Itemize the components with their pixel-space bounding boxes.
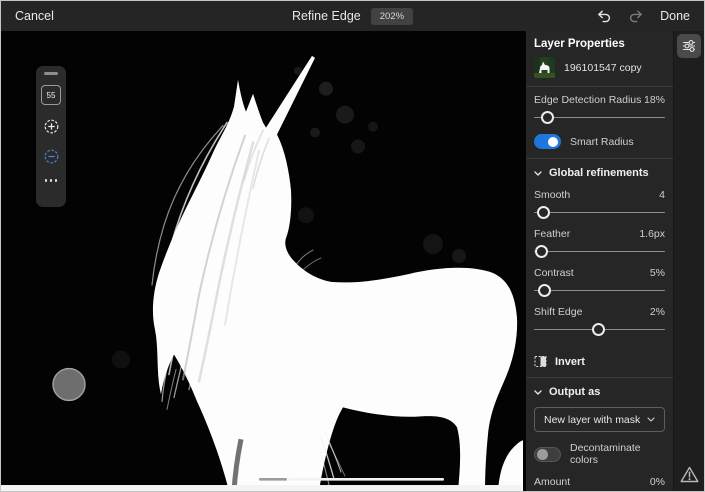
- smart-radius-label: Smart Radius: [570, 136, 634, 148]
- contrast-label: Contrast: [534, 267, 574, 279]
- smart-radius-toggle[interactable]: [534, 134, 561, 149]
- layer-row[interactable]: 196101547 copy: [526, 57, 673, 78]
- smooth-slider[interactable]: [534, 206, 665, 219]
- separator: [526, 158, 673, 159]
- slider-knob[interactable]: [537, 206, 550, 219]
- invert-button[interactable]: Invert: [534, 355, 585, 368]
- undo-button[interactable]: [596, 9, 612, 23]
- section-output-as[interactable]: Output as: [534, 386, 600, 398]
- edge-detection-label: Edge Detection Radius: [534, 94, 641, 106]
- chevron-down-icon: [534, 390, 542, 395]
- feather-slider[interactable]: [534, 245, 665, 258]
- slider-knob[interactable]: [541, 111, 554, 124]
- ellipsis-icon: [45, 179, 48, 182]
- slider-knob[interactable]: [535, 245, 548, 258]
- feather-value: 1.6px: [639, 228, 665, 240]
- chevron-down-icon: [534, 171, 542, 176]
- zoom-level-badge[interactable]: 202%: [371, 8, 413, 25]
- amount-label: Amount: [534, 476, 570, 488]
- circle-minus-icon: [43, 148, 60, 165]
- layer-thumbnail[interactable]: [534, 57, 555, 78]
- warning-button[interactable]: [680, 466, 699, 483]
- shift-edge-label: Shift Edge: [534, 306, 582, 318]
- panel-title: Layer Properties: [526, 38, 673, 50]
- redo-button[interactable]: [628, 9, 644, 23]
- add-selection-button[interactable]: [43, 118, 60, 135]
- smooth-value: 4: [659, 189, 665, 201]
- feather-label: Feather: [534, 228, 570, 240]
- more-options-button[interactable]: [45, 179, 58, 182]
- app-window: Cancel Refine Edge 202% Done: [0, 0, 705, 492]
- sliders-icon: [682, 39, 696, 53]
- edge-detection-value: 18%: [644, 94, 665, 106]
- separator: [526, 377, 673, 378]
- floating-toolbar: 55: [36, 66, 66, 207]
- mask-bottom-strip: [1, 485, 522, 491]
- mask-canvas[interactable]: 55: [1, 31, 526, 491]
- brush-cursor: [53, 369, 85, 401]
- undo-icon: [596, 9, 612, 23]
- slider-track[interactable]: [534, 212, 665, 214]
- slider-knob[interactable]: [538, 284, 551, 297]
- output-dropdown[interactable]: New layer with mask: [534, 407, 665, 432]
- page-title: Refine Edge: [292, 9, 361, 23]
- adjustments-button[interactable]: [677, 34, 701, 58]
- redo-icon: [628, 9, 644, 23]
- done-button[interactable]: Done: [660, 9, 690, 23]
- brush-size-badge[interactable]: 55: [41, 85, 61, 105]
- contrast-value: 5%: [650, 267, 665, 279]
- amount-value: 0%: [650, 476, 665, 488]
- separator: [526, 86, 673, 87]
- shift-edge-slider[interactable]: [534, 323, 665, 336]
- shift-edge-value: 2%: [650, 306, 665, 318]
- slider-track[interactable]: [534, 117, 665, 119]
- slider-track[interactable]: [534, 290, 665, 292]
- decontaminate-toggle[interactable]: [534, 447, 561, 462]
- properties-panel: Layer Properties 196101547 copy Edge Det…: [526, 31, 673, 491]
- cancel-button[interactable]: Cancel: [15, 9, 54, 23]
- slider-knob[interactable]: [592, 323, 605, 336]
- contrast-slider[interactable]: [534, 284, 665, 297]
- right-rail: [673, 31, 704, 491]
- top-bar: Cancel Refine Edge 202% Done: [1, 1, 704, 31]
- decontaminate-label: Decontaminate colors: [570, 442, 665, 466]
- slider-track[interactable]: [534, 251, 665, 253]
- smooth-label: Smooth: [534, 189, 570, 201]
- warning-icon: [680, 466, 699, 483]
- chevron-down-icon: [647, 417, 655, 422]
- circle-plus-icon: [43, 118, 60, 135]
- invert-icon: [534, 355, 547, 368]
- edge-detection-slider[interactable]: [534, 111, 665, 124]
- drag-handle[interactable]: [44, 72, 58, 75]
- layer-name: 196101547 copy: [564, 62, 642, 74]
- section-global-refinements[interactable]: Global refinements: [534, 167, 649, 179]
- subtract-selection-button[interactable]: [43, 148, 60, 165]
- unicorn-mask-image: [1, 31, 526, 491]
